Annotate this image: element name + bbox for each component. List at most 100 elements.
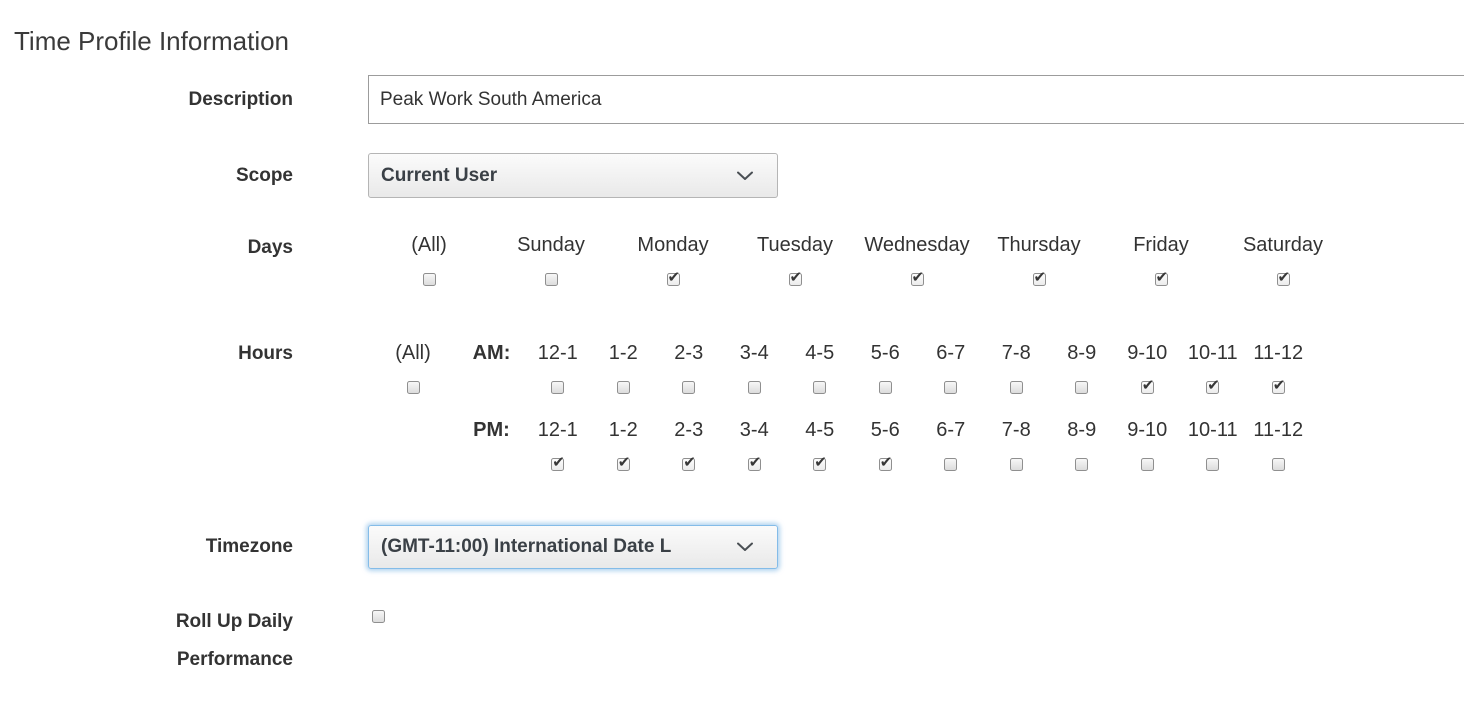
day-checkbox-sunday[interactable] — [545, 273, 558, 286]
scope-label: Scope — [133, 162, 293, 190]
am-hour-checkbox-7-8[interactable] — [1010, 381, 1023, 394]
days-options: (All) Sunday Monday Tuesday Wednesday Th… — [368, 231, 1344, 286]
hour-option-label: 9-10 — [1127, 339, 1167, 368]
hours-options: (All) AM: 12-1 1-2 2-3 3-4 — [368, 339, 1311, 471]
pm-label-cell: PM: — [458, 416, 525, 471]
hour-column: 3-4 — [722, 416, 788, 471]
scope-select-value: Current User — [381, 165, 737, 187]
hours-all-column: (All) — [368, 339, 458, 394]
hour-column: 10-11 — [1180, 416, 1246, 471]
pm-hour-checkbox-10-11[interactable] — [1206, 458, 1219, 471]
hour-column: 11-12 — [1246, 339, 1312, 394]
timezone-select-value: (GMT-11:00) International Date L — [381, 536, 737, 558]
hour-option-label: 11-12 — [1253, 416, 1303, 445]
day-column: Friday — [1100, 231, 1222, 286]
am-label-cell: AM: — [458, 339, 525, 394]
hour-option-label: 5-6 — [871, 339, 900, 368]
day-column: Monday — [612, 231, 734, 286]
day-option-label: (All) — [411, 231, 447, 260]
day-option-label: Thursday — [997, 231, 1080, 260]
am-hour-checkbox-3-4[interactable] — [748, 381, 761, 394]
hour-column: 3-4 — [722, 339, 788, 394]
hour-option-label: 1-2 — [609, 416, 638, 445]
hour-option-label: 8-9 — [1067, 416, 1096, 445]
am-hour-checkbox-4-5[interactable] — [813, 381, 826, 394]
day-checkbox-tuesday[interactable] — [789, 273, 802, 286]
am-hour-checkbox-1-2[interactable] — [617, 381, 630, 394]
pm-hour-checkbox-7-8[interactable] — [1010, 458, 1023, 471]
am-hour-checkbox-2-3[interactable] — [682, 381, 695, 394]
day-option-label: Saturday — [1243, 231, 1323, 260]
pm-hour-checkbox-6-7[interactable] — [944, 458, 957, 471]
chevron-down-icon — [737, 171, 753, 181]
hours-all-spacer — [368, 416, 458, 471]
day-checkbox-monday[interactable] — [667, 273, 680, 286]
hour-option-label: 2-3 — [674, 416, 703, 445]
hour-option-label: 10-11 — [1188, 416, 1238, 445]
hour-option-label: 6-7 — [936, 339, 965, 368]
description-label: Description — [133, 86, 293, 114]
am-hour-checkbox-8-9[interactable] — [1075, 381, 1088, 394]
day-option-label: Sunday — [517, 231, 585, 260]
hour-option-label: 7-8 — [1002, 416, 1031, 445]
day-checkbox-all[interactable] — [423, 273, 436, 286]
am-hour-checkbox-12-1[interactable] — [551, 381, 564, 394]
day-checkbox-thursday[interactable] — [1033, 273, 1046, 286]
pm-hour-checkbox-8-9[interactable] — [1075, 458, 1088, 471]
am-hour-checkbox-11-12[interactable] — [1272, 381, 1285, 394]
hour-column: 7-8 — [984, 416, 1050, 471]
hour-column: 7-8 — [984, 339, 1050, 394]
description-input[interactable] — [368, 75, 1464, 124]
timezone-label: Timezone — [133, 533, 293, 561]
hour-column: 6-7 — [918, 416, 984, 471]
hour-option-label: 1-2 — [609, 339, 638, 368]
hour-option-label: 12-1 — [538, 416, 578, 445]
pm-hour-checkbox-1-2[interactable] — [617, 458, 630, 471]
pm-hour-checkbox-2-3[interactable] — [682, 458, 695, 471]
hour-column: 9-10 — [1115, 416, 1181, 471]
pm-hour-checkbox-3-4[interactable] — [748, 458, 761, 471]
hours-all-label: (All) — [395, 339, 431, 368]
day-column: (All) — [368, 231, 490, 286]
pm-hour-checkbox-12-1[interactable] — [551, 458, 564, 471]
hour-option-label: 6-7 — [936, 416, 965, 445]
hour-option-label: 9-10 — [1127, 416, 1167, 445]
day-checkbox-friday[interactable] — [1155, 273, 1168, 286]
day-column: Sunday — [490, 231, 612, 286]
chevron-down-icon — [737, 542, 753, 552]
hour-column: 5-6 — [853, 416, 919, 471]
day-option-label: Monday — [637, 231, 708, 260]
hour-option-label: 3-4 — [740, 416, 769, 445]
hours-am-row: (All) AM: 12-1 1-2 2-3 3-4 — [368, 339, 1311, 394]
hour-column: 12-1 — [525, 339, 591, 394]
hours-pm-row: PM: 12-1 1-2 2-3 3-4 4-5 — [368, 416, 1311, 471]
am-hour-checkbox-5-6[interactable] — [879, 381, 892, 394]
day-checkbox-wednesday[interactable] — [911, 273, 924, 286]
day-column: Saturday — [1222, 231, 1344, 286]
hour-option-label: 7-8 — [1002, 339, 1031, 368]
day-column: Tuesday — [734, 231, 856, 286]
hour-column: 12-1 — [525, 416, 591, 471]
hour-column: 1-2 — [591, 339, 657, 394]
pm-hour-checkbox-9-10[interactable] — [1141, 458, 1154, 471]
hours-all-checkbox[interactable] — [407, 381, 420, 394]
hour-option-label: 11-12 — [1253, 339, 1303, 368]
time-profile-form: Time Profile Information Description Sco… — [0, 0, 1464, 717]
pm-hour-checkbox-5-6[interactable] — [879, 458, 892, 471]
am-hour-checkbox-9-10[interactable] — [1141, 381, 1154, 394]
day-checkbox-saturday[interactable] — [1277, 273, 1290, 286]
pm-hour-checkbox-11-12[interactable] — [1272, 458, 1285, 471]
day-column: Wednesday — [856, 231, 978, 286]
pm-label: PM: — [473, 416, 510, 445]
am-hour-checkbox-6-7[interactable] — [944, 381, 957, 394]
hour-option-label: 4-5 — [805, 416, 834, 445]
scope-select[interactable]: Current User — [368, 153, 778, 198]
hour-column: 2-3 — [656, 416, 722, 471]
hour-column: 4-5 — [787, 339, 853, 394]
am-hour-checkbox-10-11[interactable] — [1206, 381, 1219, 394]
pm-hour-checkbox-4-5[interactable] — [813, 458, 826, 471]
hour-option-label: 10-11 — [1188, 339, 1238, 368]
timezone-select[interactable]: (GMT-11:00) International Date L — [368, 525, 778, 569]
hour-option-label: 2-3 — [674, 339, 703, 368]
rollup-checkbox[interactable] — [372, 610, 385, 623]
